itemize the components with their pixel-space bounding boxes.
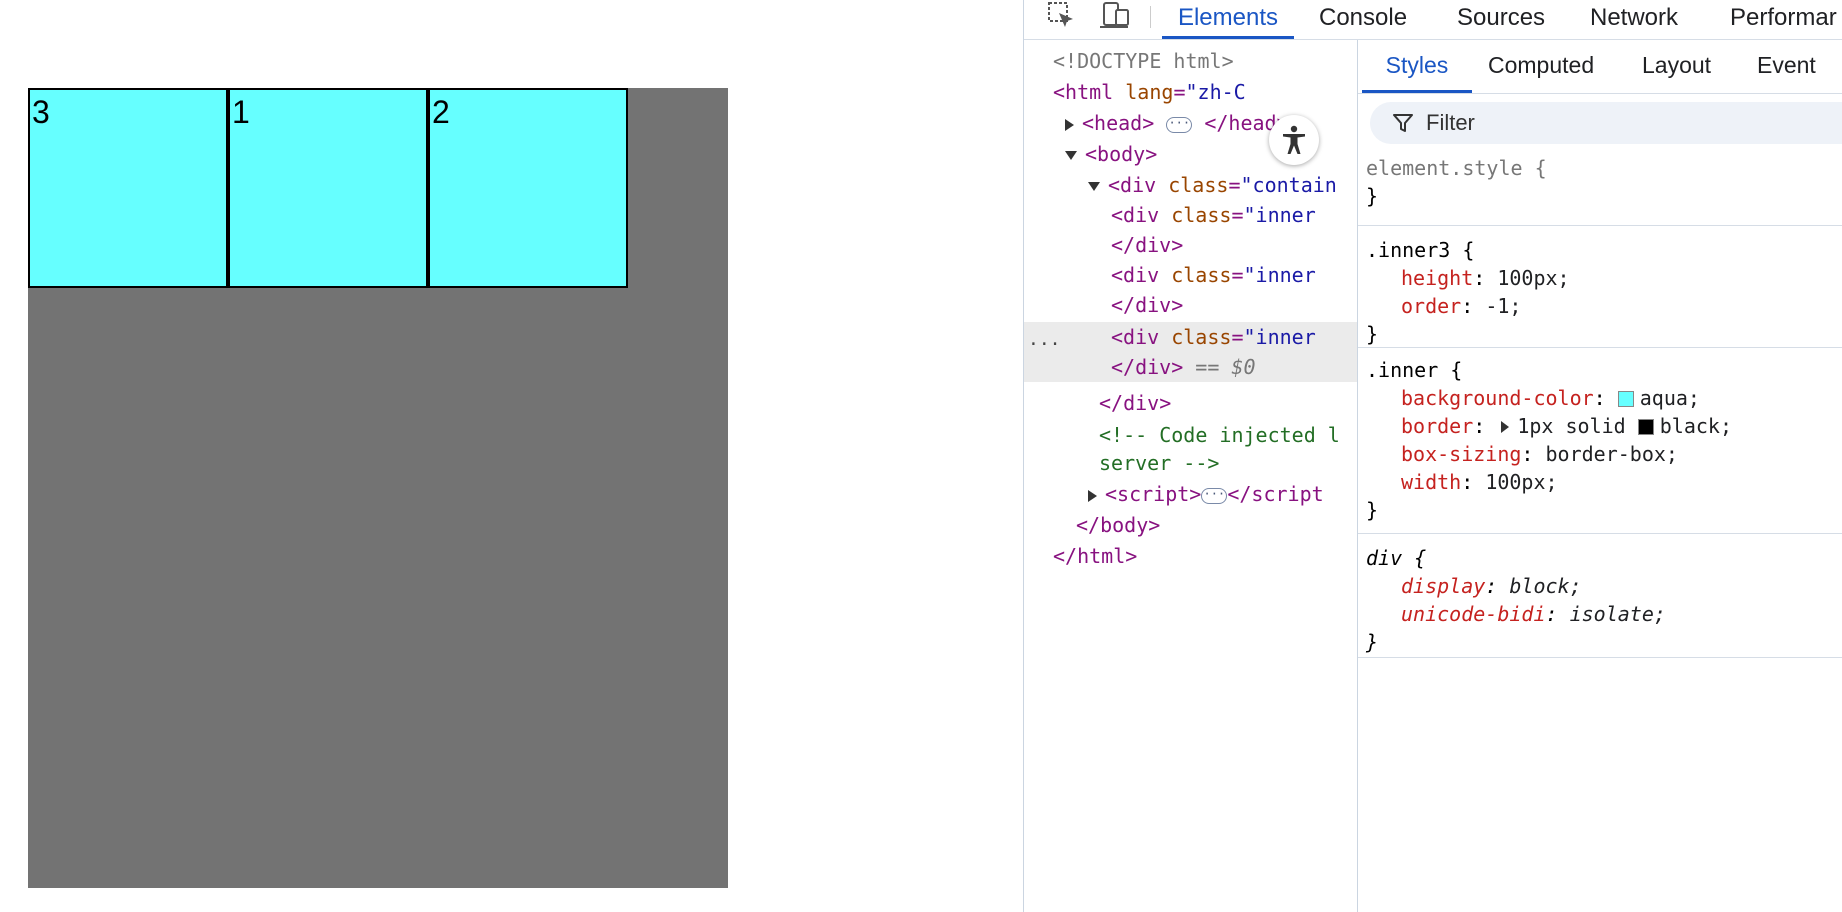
toolbar-separator [1150,6,1151,28]
flex-container[interactable]: 3 1 2 [28,88,728,888]
dom-line-inner3-selected[interactable]: <div class="inner </div> == $0 [1024,322,1357,382]
tab-elements[interactable]: Elements [1162,0,1294,39]
tab-network[interactable]: Network [1590,0,1678,39]
rule-inner[interactable]: .inner { background-color: aqua; border:… [1358,348,1842,534]
decl-background-color[interactable]: background-color: aqua; [1358,384,1842,412]
dom-line-inner2[interactable]: <div class="inner [1024,261,1316,289]
rule-selector: div { [1366,546,1427,570]
decl-border[interactable]: border: 1px solid black; [1358,412,1842,440]
tab-styles[interactable]: Styles [1362,52,1472,93]
styles-subtabs: Styles Computed Layout Event [1358,40,1842,94]
expand-arrow-icon[interactable] [1065,118,1074,131]
dom-line-container[interactable]: <div class="contain [1024,171,1337,199]
dom-line-body-close[interactable]: </body> [1024,511,1160,539]
dom-line-body[interactable]: <body> [1024,140,1157,168]
dom-line-html[interactable]: <html lang="zh-C [1024,78,1246,106]
decl-box-sizing[interactable]: box-sizing: border-box; [1358,440,1842,468]
inspect-element-icon[interactable] [1044,0,1078,30]
dom-line-inner2-close[interactable]: </div> [1024,291,1183,319]
tab-event-listeners[interactable]: Event [1757,52,1816,93]
tab-computed[interactable]: Computed [1488,52,1594,93]
rule-inner3[interactable]: .inner3 { height: 100px; order: -1; } [1358,226,1842,348]
devtools-panel: Elements Console Sources Network Perform… [1023,0,1842,912]
dom-tree: <!DOCTYPE html> <html lang="zh-C <head> … [1024,40,1358,912]
tab-console[interactable]: Console [1319,0,1407,39]
ellipsis-icon[interactable]: ··· [1201,487,1228,504]
dom-line-doctype[interactable]: <!DOCTYPE html> [1024,47,1234,75]
rule-selector: .inner3 { [1366,238,1475,262]
inner-box-label: 1 [232,94,250,130]
color-swatch-icon[interactable] [1617,391,1634,407]
dom-line-comment-end[interactable]: server --> [1024,449,1219,477]
decl-width[interactable]: width: 100px; [1358,468,1842,496]
decl-height[interactable]: height: 100px; [1358,264,1842,292]
dom-line-script[interactable]: <script> ··· </script [1024,480,1324,508]
inner-box-1[interactable]: 1 [228,88,428,288]
rule-selector: .inner { [1366,358,1463,382]
decl-unicode-bidi[interactable]: unicode-bidi: isolate; [1358,600,1842,628]
decl-display[interactable]: display: block; [1358,572,1842,600]
filter-placeholder: Filter [1426,110,1475,135]
collapse-arrow-icon[interactable] [1088,182,1100,191]
devtools-toolbar: Elements Console Sources Network Perform… [1024,0,1842,40]
tab-layout[interactable]: Layout [1642,52,1711,93]
inner-box-label: 3 [32,94,50,130]
inner-box-2[interactable]: 2 [428,88,628,288]
filter-icon [1392,112,1414,139]
styles-filter-input[interactable]: Filter [1370,102,1842,144]
rule-element-style[interactable]: element.style { } [1358,148,1842,226]
device-toolbar-icon[interactable] [1098,0,1132,30]
inner-box-3[interactable]: 3 [28,88,228,288]
dom-line-container-close[interactable]: </div> [1024,389,1171,417]
dom-line-inner1[interactable]: <div class="inner [1024,201,1316,229]
dom-line-html-close[interactable]: </html> [1024,542,1137,570]
rule-user-agent-div[interactable]: div { display: block; unicode-bidi: isol… [1358,534,1842,658]
expand-arrow-icon[interactable] [1088,489,1097,502]
dom-line-inner1-close[interactable]: </div> [1024,231,1183,259]
rule-selector: element.style { [1366,156,1547,180]
page-viewport: 3 1 2 [0,0,1023,912]
dom-line-comment[interactable]: <!-- Code injected l [1024,421,1340,449]
dom-line-head[interactable]: <head> ··· </head> [1024,109,1289,137]
color-swatch-icon[interactable] [1637,419,1654,435]
expand-arrow-icon[interactable] [1501,421,1510,433]
row-menu-icon[interactable]: ··· [1028,334,1061,355]
accessibility-icon[interactable] [1269,115,1319,165]
tab-performance[interactable]: Performar [1730,0,1837,39]
collapse-arrow-icon[interactable] [1065,151,1077,160]
ellipsis-icon[interactable]: ··· [1166,116,1193,133]
decl-order[interactable]: order: -1; [1358,292,1842,320]
inner-box-label: 2 [432,94,450,130]
tab-sources[interactable]: Sources [1457,0,1545,39]
styles-pane: Styles Computed Layout Event Filter elem… [1358,40,1842,912]
